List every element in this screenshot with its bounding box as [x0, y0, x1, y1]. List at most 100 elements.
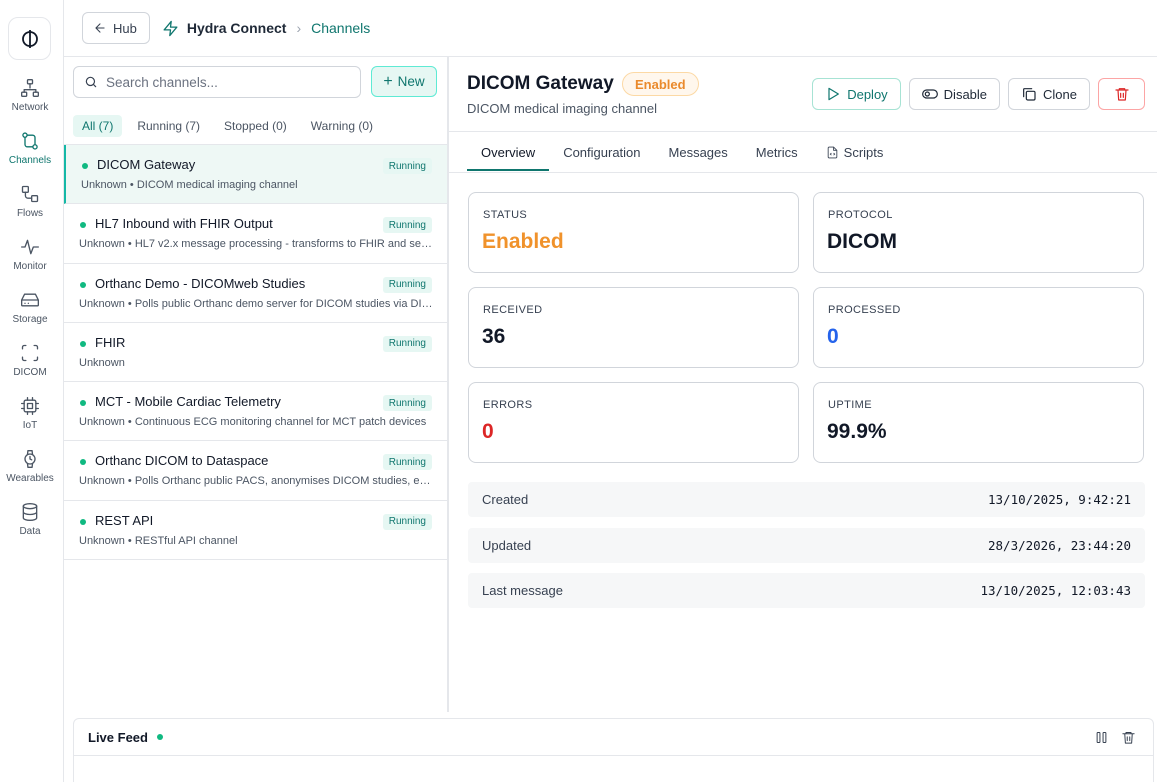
breadcrumb-current[interactable]: Channels: [311, 20, 370, 36]
top-bar: Hub Hydra Connect › Channels: [64, 0, 1157, 57]
toggle-icon: [921, 89, 938, 99]
brand-name[interactable]: Hydra Connect: [187, 20, 287, 36]
running-dot: [80, 281, 86, 288]
card-label: PROTOCOL: [828, 209, 893, 221]
meta-key: Created: [482, 492, 529, 507]
disable-button[interactable]: Disable: [908, 78, 1001, 110]
list-item[interactable]: HL7 Inbound with FHIR Output Running Unk…: [64, 204, 447, 264]
channel-subtitle: DICOM medical imaging channel: [467, 101, 658, 116]
running-dot: [80, 222, 86, 229]
list-item[interactable]: REST API Running Unknown • RESTful API c…: [64, 501, 447, 561]
card-value: 0: [827, 325, 839, 348]
detail-tabs: Overview Configuration Messages Metrics …: [467, 135, 897, 171]
running-dot: [80, 518, 86, 525]
channel-description: Unknown • HL7 v2.x message processing - …: [79, 238, 434, 251]
running-dot: [80, 400, 86, 407]
rail-item-network[interactable]: Network: [0, 78, 60, 126]
status-badge: Running: [382, 158, 432, 174]
tab-messages[interactable]: Messages: [655, 135, 742, 171]
rail-label: Flows: [16, 208, 44, 219]
meta-value: 28/3/2026, 23:44:20: [988, 538, 1131, 553]
card-label: ERRORS: [483, 399, 533, 411]
filter-stopped[interactable]: Stopped (0): [215, 115, 296, 137]
status-badge: Running: [382, 276, 432, 293]
tab-overview[interactable]: Overview: [467, 135, 550, 171]
tab-label: Overview: [481, 144, 536, 160]
pause-icon[interactable]: [1094, 730, 1109, 745]
back-to-hub-button[interactable]: Hub: [82, 12, 150, 44]
channel-name: MCT - Mobile Cardiac Telemetry: [95, 394, 281, 410]
status-badge: Running: [382, 217, 432, 234]
rail-item-wearables[interactable]: Wearables: [0, 449, 60, 497]
rail-item-monitor[interactable]: Monitor: [0, 237, 60, 285]
running-dot: [80, 459, 86, 466]
channel-actions: Deploy Disable Clone: [812, 78, 1145, 110]
tab-configuration[interactable]: Configuration: [549, 135, 654, 171]
status-filters: All (7) Running (7) Stopped (0) Warning …: [73, 115, 382, 137]
rail-item-iot[interactable]: IoT: [0, 396, 60, 444]
tab-label: Scripts: [843, 144, 884, 160]
trash-icon[interactable]: [1121, 730, 1136, 745]
rail-item-channels[interactable]: Channels: [0, 131, 60, 179]
chip-icon: [21, 397, 39, 415]
filter-all[interactable]: All (7): [73, 115, 123, 137]
rail-item-data[interactable]: Data: [0, 502, 60, 550]
scan-icon: [21, 344, 39, 362]
hydra-logo-icon: [21, 29, 38, 48]
clone-button[interactable]: Clone: [1008, 78, 1090, 110]
clone-label: Clone: [1043, 86, 1077, 102]
search-box[interactable]: [73, 66, 361, 98]
received-card: RECEIVED 36: [468, 287, 799, 368]
search-row: + New: [73, 66, 437, 98]
filter-running[interactable]: Running (7): [128, 115, 209, 137]
status-badge: Enabled: [622, 72, 699, 96]
meta-value: 13/10/2025, 12:03:43: [980, 583, 1131, 598]
tab-scripts[interactable]: Scripts: [812, 135, 898, 171]
channel-name: Orthanc DICOM to Dataspace: [95, 453, 269, 469]
channels-icon: [22, 132, 38, 150]
tab-label: Metrics: [755, 144, 798, 160]
deploy-label: Deploy: [847, 86, 888, 102]
channel-name: HL7 Inbound with FHIR Output: [95, 216, 273, 232]
delete-button[interactable]: [1098, 78, 1145, 110]
channel-name: REST API: [95, 512, 154, 528]
deploy-button[interactable]: Deploy: [812, 78, 901, 110]
rail-item-storage[interactable]: Storage: [0, 290, 60, 338]
errors-card: ERRORS 0: [468, 382, 799, 463]
rail-label: Monitor: [13, 261, 47, 272]
new-channel-button[interactable]: + New: [371, 66, 437, 97]
file-code-icon: [827, 146, 837, 158]
status-badge: Running: [382, 454, 432, 471]
disable-label: Disable: [943, 86, 988, 102]
header-divider: [449, 131, 1157, 132]
trash-icon: [1114, 88, 1129, 101]
channel-name: Orthanc Demo - DICOMweb Studies: [95, 275, 306, 291]
arrow-left-icon: [95, 23, 105, 33]
channel-detail-panel: DICOM Gateway Enabled DICOM medical imag…: [449, 57, 1157, 712]
list-item[interactable]: FHIR Running Unknown: [64, 323, 447, 383]
rail-label: Channels: [8, 155, 52, 166]
rail-label: Network: [11, 102, 49, 113]
list-item[interactable]: Orthanc DICOM to Dataspace Running Unkno…: [64, 441, 447, 501]
live-feed-title: Live Feed: [88, 729, 148, 745]
app-logo[interactable]: [8, 17, 51, 60]
card-value: 0: [482, 420, 494, 443]
channel-description: Unknown • DICOM medical imaging channel: [81, 179, 298, 191]
search-input[interactable]: [106, 74, 346, 90]
card-label: STATUS: [483, 209, 528, 221]
rail-item-flows[interactable]: Flows: [0, 184, 60, 232]
status-badge: Running: [382, 395, 432, 412]
list-item[interactable]: MCT - Mobile Cardiac Telemetry Running U…: [64, 382, 447, 442]
filter-warning[interactable]: Warning (0): [302, 115, 382, 137]
tab-metrics[interactable]: Metrics: [742, 135, 812, 171]
status-badge: Running: [382, 335, 432, 352]
rail-item-dicom[interactable]: DICOM: [0, 343, 60, 391]
channel-description: Unknown • RESTful API channel: [79, 534, 238, 547]
tabs-divider: [449, 172, 1157, 173]
list-item[interactable]: DICOM Gateway Running Unknown • DICOM me…: [64, 145, 447, 205]
chevron-right-icon: ›: [296, 20, 302, 36]
watch-icon: [24, 450, 36, 468]
card-value: Enabled: [482, 230, 564, 253]
channel-name: DICOM Gateway: [97, 157, 196, 172]
list-item[interactable]: Orthanc Demo - DICOMweb Studies Running …: [64, 264, 447, 323]
